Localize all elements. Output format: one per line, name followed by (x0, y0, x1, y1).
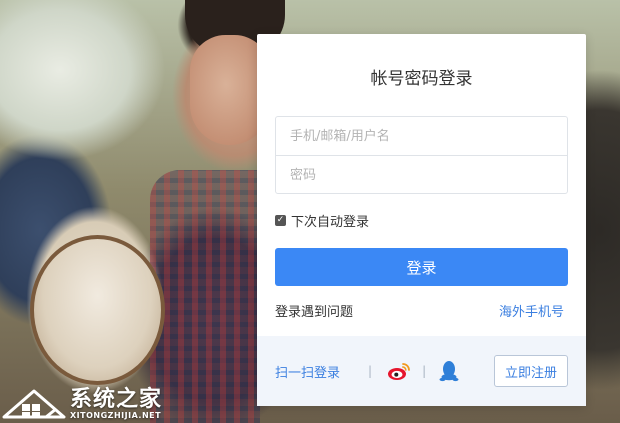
remember-me[interactable]: ✓ 下次自动登录 (275, 211, 369, 230)
account-input[interactable] (276, 117, 567, 155)
watermark-logo-icon (2, 389, 66, 419)
weibo-icon[interactable] (386, 358, 412, 384)
password-input[interactable] (276, 156, 567, 194)
watermark-text: 系统之家 XITONGZHIJIA.NET (70, 388, 162, 420)
site-watermark: 系统之家 XITONGZHIJIA.NET (2, 387, 162, 421)
remember-checkbox[interactable]: ✓ (275, 215, 286, 226)
login-trouble-link[interactable]: 登录遇到问题 (275, 301, 353, 320)
remember-label: 下次自动登录 (291, 215, 370, 230)
login-footer: 扫一扫登录 | | 立即注册 (257, 336, 586, 406)
login-card: 帐号密码登录 ✓ 下次自动登录 登录 登录遇到问题 海外手机号 扫一扫登录 | … (257, 34, 586, 406)
qq-icon[interactable] (436, 358, 462, 384)
footer-separator: | (368, 364, 373, 378)
register-button[interactable]: 立即注册 (494, 355, 568, 387)
background-plaid-shirt (150, 170, 260, 423)
footer-separator: | (422, 364, 427, 378)
credentials-group (275, 116, 568, 194)
background-drum (30, 235, 165, 385)
watermark-subtitle: XITONGZHIJIA.NET (70, 411, 162, 421)
overseas-phone-link[interactable]: 海外手机号 (499, 301, 564, 320)
watermark-title: 系统之家 (70, 386, 163, 412)
scan-login-link[interactable]: 扫一扫登录 (275, 362, 340, 381)
login-title: 帐号密码登录 (370, 69, 473, 89)
login-button[interactable]: 登录 (275, 248, 568, 286)
